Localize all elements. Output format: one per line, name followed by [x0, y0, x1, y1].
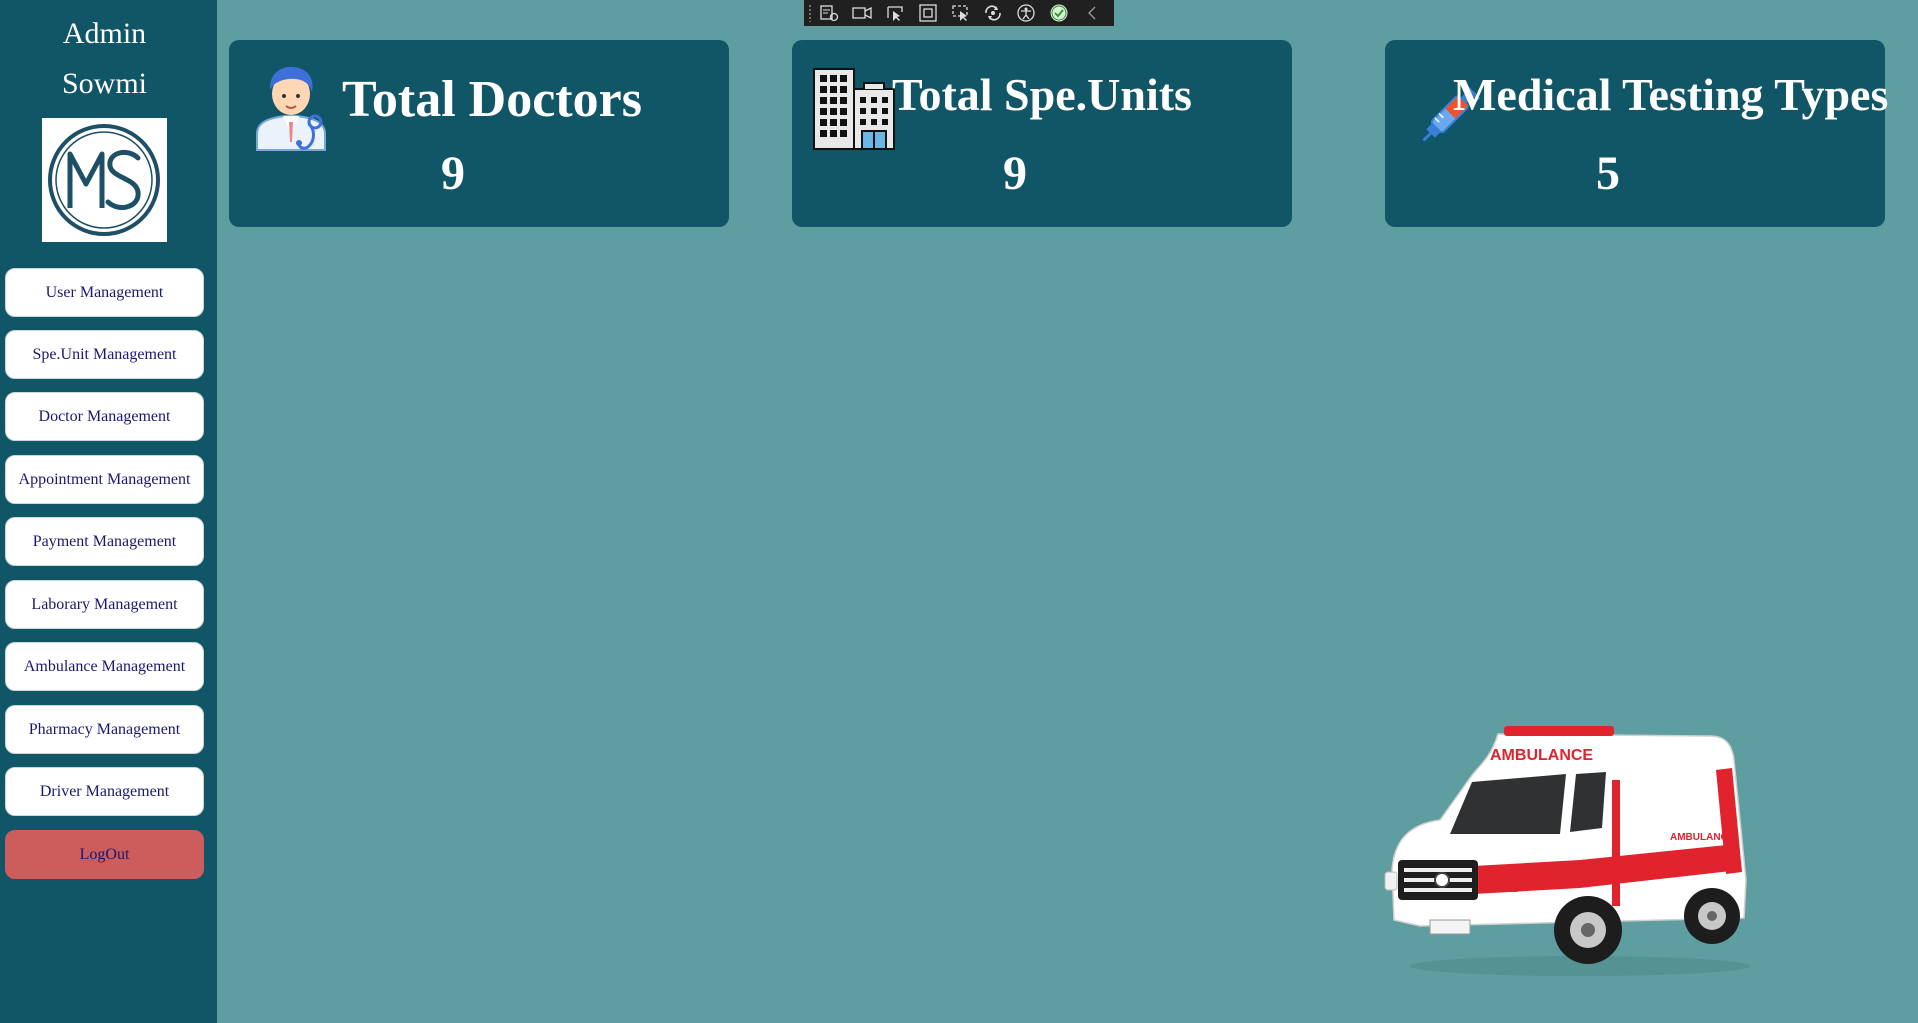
collapse-icon[interactable]	[1081, 3, 1103, 23]
card-value: 9	[441, 147, 465, 200]
nav-spe-unit-management[interactable]: Spe.Unit Management	[5, 330, 204, 379]
nav-doctor-management[interactable]: Doctor Management	[5, 392, 204, 441]
record-icon[interactable]	[851, 3, 873, 23]
nav-user-management[interactable]: User Management	[5, 268, 204, 317]
logout-button[interactable]: LogOut	[5, 830, 204, 879]
sidebar: Admin Sowmi User Management Spe.Unit Man…	[0, 0, 217, 1023]
nav-ambulance-management[interactable]: Ambulance Management	[5, 642, 204, 691]
total-doctors-card: Total Doctors 9	[229, 40, 729, 227]
nav-appointment-management[interactable]: Appointment Management	[5, 455, 204, 504]
card-title: Total Doctors	[342, 71, 642, 128]
ms-logo-icon	[48, 124, 160, 236]
nav-driver-management[interactable]: Driver Management	[5, 767, 204, 816]
total-spe-units-card: Total Spe.Units 9	[792, 40, 1292, 227]
nav-payment-management[interactable]: Payment Management	[5, 517, 204, 566]
medical-testing-types-card: Medical Testing Types 5	[1385, 40, 1889, 227]
toolbar-grip-icon[interactable]	[808, 4, 812, 22]
admin-label: Admin	[62, 17, 147, 50]
ambulance-label: AMBULANCE	[1490, 747, 1593, 764]
hot-reload-icon[interactable]	[982, 3, 1004, 23]
user-name: Sowmi	[61, 67, 148, 100]
ambulance-icon: AMBULANCE AMBULANCE	[1384, 726, 1750, 976]
debug-toolbar	[804, 0, 1114, 26]
card-title: Medical Testing Types	[1453, 69, 1889, 120]
live-tree-icon[interactable]	[818, 3, 840, 23]
building-icon	[813, 68, 895, 150]
app-logo	[42, 118, 167, 242]
nav-laboratory-management[interactable]: Laborary Management	[5, 580, 204, 629]
card-value: 5	[1596, 147, 1620, 200]
nav-pharmacy-management[interactable]: Pharmacy Management	[5, 705, 204, 754]
doctor-icon	[256, 66, 326, 151]
card-title: Total Spe.Units	[892, 69, 1192, 120]
check-icon[interactable]	[1048, 3, 1070, 23]
ambulance-side-label: AMBULANCE	[1670, 832, 1735, 843]
select-element-icon[interactable]	[884, 3, 906, 23]
display-layout-icon[interactable]	[917, 3, 939, 23]
track-focus-icon[interactable]	[950, 3, 972, 23]
accessibility-icon[interactable]	[1015, 3, 1037, 23]
card-value: 9	[1003, 147, 1027, 200]
